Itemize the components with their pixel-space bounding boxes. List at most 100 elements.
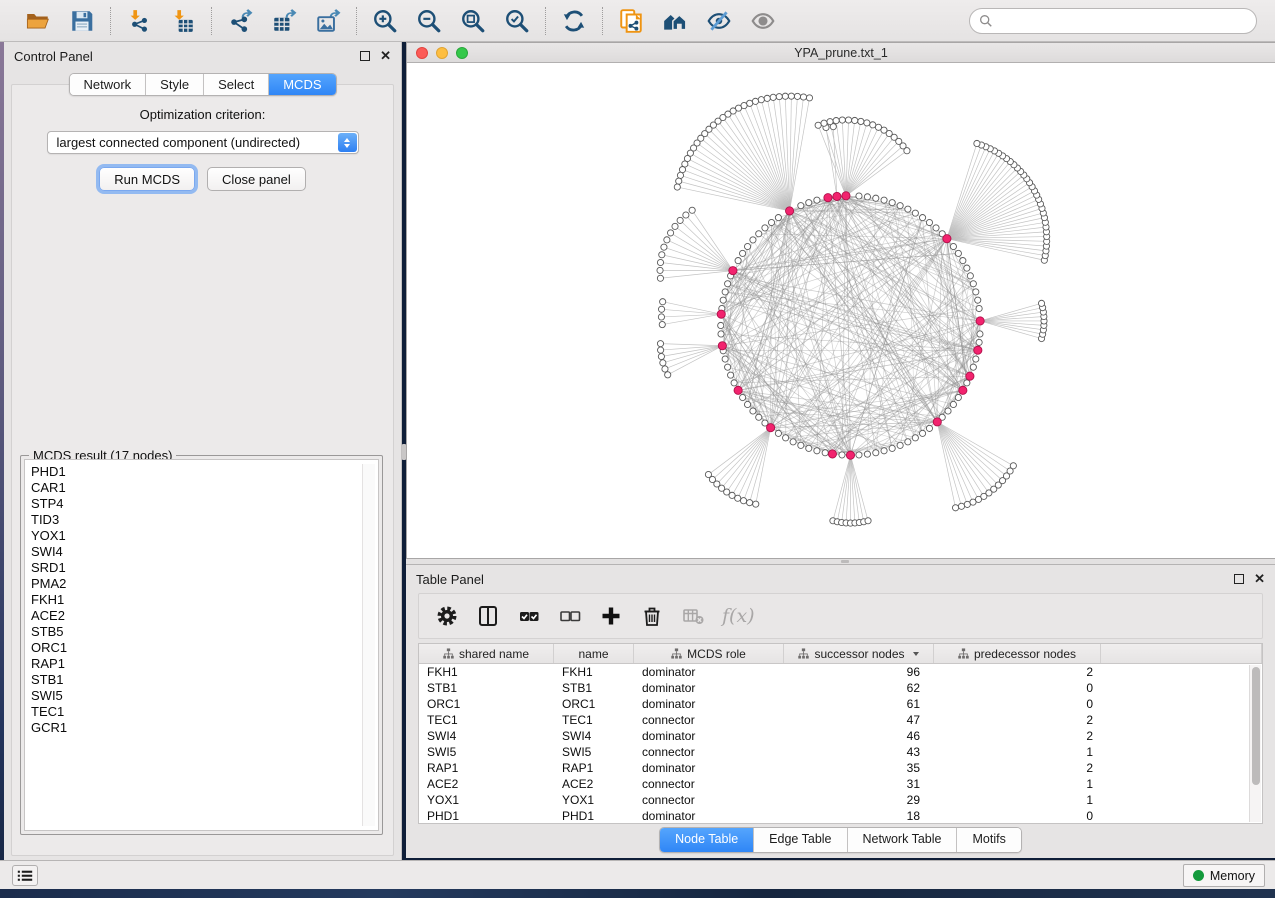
network-node[interactable]	[897, 442, 903, 448]
network-node[interactable]	[770, 94, 776, 100]
mcds-result-item[interactable]: STB1	[31, 672, 378, 688]
show-all-button[interactable]	[748, 6, 778, 36]
network-node[interactable]	[926, 219, 932, 225]
close-panel-icon[interactable]: ✕	[1254, 574, 1265, 584]
network-node[interactable]	[945, 408, 951, 414]
network-node[interactable]	[919, 215, 925, 221]
mcds-hub-node[interactable]	[734, 386, 742, 394]
network-node[interactable]	[822, 450, 828, 456]
export-image-button[interactable]	[313, 6, 343, 36]
network-node[interactable]	[775, 430, 781, 436]
network-node[interactable]	[973, 289, 979, 295]
network-node[interactable]	[750, 408, 756, 414]
mcds-hub-node[interactable]	[717, 310, 725, 318]
network-node[interactable]	[744, 401, 750, 407]
network-node[interactable]	[746, 500, 752, 506]
network-node[interactable]	[676, 178, 682, 184]
network-node[interactable]	[815, 122, 821, 128]
export-table-button[interactable]	[269, 6, 299, 36]
network-node[interactable]	[659, 252, 665, 258]
network-node[interactable]	[728, 372, 734, 378]
network-overview-button[interactable]	[660, 6, 690, 36]
network-node[interactable]	[881, 448, 887, 454]
network-node[interactable]	[758, 97, 764, 103]
network-node[interactable]	[672, 223, 678, 229]
mcds-hub-node[interactable]	[833, 192, 841, 200]
network-node[interactable]	[875, 124, 881, 130]
network-node[interactable]	[657, 275, 663, 281]
network-node[interactable]	[798, 442, 804, 448]
network-node[interactable]	[952, 505, 958, 511]
criterion-dropdown[interactable]: largest connected component (undirected)	[47, 131, 359, 154]
mcds-result-item[interactable]: TEC1	[31, 704, 378, 720]
network-node[interactable]	[827, 119, 833, 125]
mcds-hub-node[interactable]	[966, 372, 974, 380]
network-node[interactable]	[718, 331, 724, 337]
network-node[interactable]	[977, 331, 983, 337]
mcds-hub-node[interactable]	[718, 342, 726, 350]
network-node[interactable]	[660, 299, 666, 305]
network-node[interactable]	[864, 120, 870, 126]
result-scrollbar[interactable]	[362, 464, 375, 826]
tab-node-table[interactable]: Node Table	[660, 828, 754, 852]
mcds-hub-node[interactable]	[943, 235, 951, 243]
column-header-MCDS-role[interactable]: MCDS role	[634, 644, 784, 663]
network-node[interactable]	[814, 197, 820, 203]
column-header-predecessor-nodes[interactable]: predecessor nodes	[934, 644, 1101, 663]
network-node[interactable]	[790, 439, 796, 445]
network-node[interactable]	[788, 93, 794, 99]
tab-edge-table[interactable]: Edge Table	[754, 828, 847, 852]
network-node[interactable]	[873, 450, 879, 456]
mcds-result-item[interactable]: CAR1	[31, 480, 378, 496]
task-history-button[interactable]	[12, 865, 38, 886]
function-builder-button[interactable]: f(x)	[722, 605, 755, 627]
mcds-result-item[interactable]: PHD1	[31, 464, 378, 480]
table-row[interactable]: FKH1FKH1dominator962	[419, 664, 1249, 680]
network-node[interactable]	[950, 401, 956, 407]
network-node[interactable]	[764, 95, 770, 101]
close-window-icon[interactable]	[416, 47, 428, 59]
mcds-result-item[interactable]: ORC1	[31, 640, 378, 656]
network-node[interactable]	[725, 364, 731, 370]
network-node[interactable]	[821, 120, 827, 126]
tab-motifs[interactable]: Motifs	[957, 828, 1020, 852]
network-node[interactable]	[864, 194, 870, 200]
network-node[interactable]	[976, 305, 982, 311]
network-window-titlebar[interactable]: YPA_prune.txt_1	[407, 43, 1275, 63]
network-node[interactable]	[967, 273, 973, 279]
network-node[interactable]	[858, 118, 864, 124]
network-node[interactable]	[740, 250, 746, 256]
mcds-result-list[interactable]: PHD1CAR1STP4TID3YOX1SWI4SRD1PMA2FKH1ACE2…	[24, 459, 379, 831]
mcds-result-item[interactable]: PMA2	[31, 576, 378, 592]
network-node[interactable]	[783, 435, 789, 441]
network-node[interactable]	[657, 267, 663, 273]
network-node[interactable]	[782, 93, 788, 99]
mcds-result-item[interactable]: STB5	[31, 624, 378, 640]
network-node[interactable]	[660, 360, 666, 366]
import-network-button[interactable]	[124, 6, 154, 36]
network-node[interactable]	[955, 394, 961, 400]
network-node[interactable]	[970, 281, 976, 287]
network-node[interactable]	[806, 95, 812, 101]
network-node[interactable]	[839, 117, 845, 123]
table-row[interactable]: RAP1RAP1dominator352	[419, 760, 1249, 776]
network-node[interactable]	[756, 231, 762, 237]
delete-table-button[interactable]	[681, 604, 705, 628]
tab-network[interactable]: Network	[69, 74, 146, 95]
network-node[interactable]	[800, 94, 806, 100]
network-node[interactable]	[974, 140, 980, 146]
network-node[interactable]	[958, 503, 964, 509]
network-node[interactable]	[740, 394, 746, 400]
create-column-button[interactable]	[599, 604, 623, 628]
close-panel-icon[interactable]: ✕	[380, 51, 391, 61]
network-node[interactable]	[658, 314, 664, 320]
network-node[interactable]	[806, 200, 812, 206]
mcds-result-item[interactable]: YOX1	[31, 528, 378, 544]
column-header-shared-name[interactable]: shared name	[419, 644, 554, 663]
zoom-in-button[interactable]	[370, 6, 400, 36]
network-node[interactable]	[964, 380, 970, 386]
mcds-result-item[interactable]: SWI4	[31, 544, 378, 560]
mcds-result-item[interactable]: SRD1	[31, 560, 378, 576]
network-node[interactable]	[725, 281, 731, 287]
show-columns-button[interactable]	[476, 604, 500, 628]
